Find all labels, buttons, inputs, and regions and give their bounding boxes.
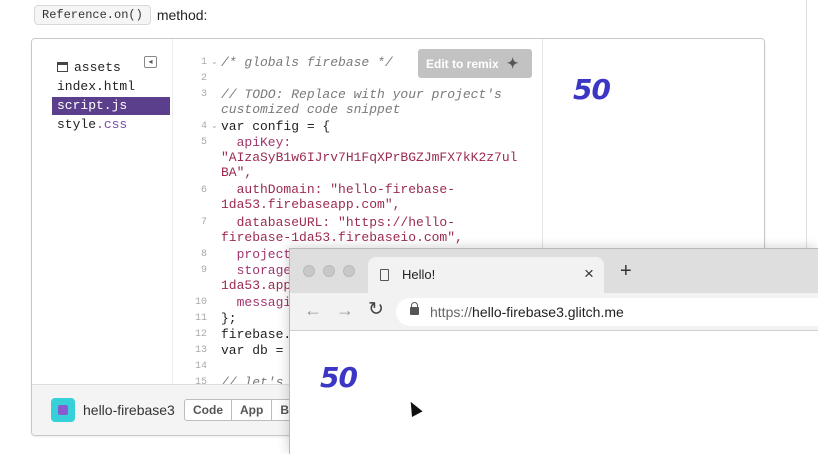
line-number: 6 bbox=[200, 185, 207, 196]
code-line: firebase. bbox=[221, 327, 292, 342]
code-line: databaseURL: "https://hello- bbox=[221, 215, 456, 230]
line-number: 3 bbox=[200, 89, 207, 100]
line-number: 11 bbox=[194, 313, 207, 324]
window-maximize-dot[interactable] bbox=[343, 265, 355, 277]
code-line: "AIzaSyB1w6IJrv7H1FqXPrBGZJmFX7kK2z7ul bbox=[221, 150, 518, 165]
document-icon bbox=[380, 269, 389, 281]
magic-wand-icon: ✦ bbox=[506, 55, 519, 71]
page-viewport: 50 bbox=[290, 331, 818, 454]
code-line: apiKey: bbox=[221, 135, 292, 150]
view-toggle: Code App Bo bbox=[184, 399, 306, 421]
project-name[interactable]: hello-firebase3 bbox=[83, 402, 175, 418]
code-line: storage bbox=[221, 263, 292, 278]
tab-title: Hello! bbox=[402, 267, 436, 282]
code-line: // let's bbox=[221, 375, 284, 384]
new-tab-icon[interactable]: + bbox=[620, 260, 632, 283]
app-view-button[interactable]: App bbox=[232, 400, 273, 420]
code-line: customized code snippet bbox=[221, 102, 401, 117]
code-line: firebase-1da53.firebaseio.com", bbox=[221, 230, 463, 245]
code-line: messagi bbox=[221, 295, 292, 310]
code-line: 1da53.firebaseapp.com", bbox=[221, 197, 401, 212]
edit-to-remix-button[interactable]: Edit to remix ✦ bbox=[418, 49, 532, 78]
address-bar[interactable]: https://hello-firebase3.glitch.me bbox=[396, 298, 818, 326]
code-line: project bbox=[221, 247, 292, 262]
back-arrow-icon[interactable]: ← bbox=[304, 300, 322, 321]
line-number: 1 bbox=[200, 57, 207, 68]
project-avatar[interactable] bbox=[51, 398, 75, 422]
close-tab-icon[interactable]: × bbox=[584, 264, 594, 284]
mouse-cursor-icon bbox=[405, 399, 423, 417]
code-line: var db = bbox=[221, 343, 284, 358]
code-line: authDomain: "hello-firebase- bbox=[221, 182, 456, 197]
counter-value: 50 bbox=[573, 73, 611, 106]
line-number: 13 bbox=[194, 345, 207, 356]
file-sidebar: ◂ assets index.html script.js style.css bbox=[32, 39, 172, 384]
browser-tab[interactable]: Hello! × bbox=[368, 257, 604, 293]
line-number: 2 bbox=[200, 73, 207, 84]
browser-window: Hello! × + ← → ↻ https://hello-firebase3… bbox=[289, 248, 818, 454]
inline-code: Reference.on() bbox=[34, 5, 151, 25]
line-number: 10 bbox=[194, 297, 207, 308]
line-number: 15 bbox=[194, 377, 207, 384]
line-number: 5 bbox=[200, 137, 207, 148]
file-assets[interactable]: assets bbox=[52, 59, 170, 77]
line-number: 9 bbox=[200, 265, 207, 276]
line-number: 12 bbox=[194, 329, 207, 340]
url-text: https://hello-firebase3.glitch.me bbox=[430, 304, 624, 320]
code-line: // TODO: Replace with your project's bbox=[221, 87, 502, 102]
window-close-dot[interactable] bbox=[303, 265, 315, 277]
forward-arrow-icon[interactable]: → bbox=[336, 300, 354, 321]
code-line: var config = { bbox=[221, 119, 331, 134]
line-number: 8 bbox=[200, 249, 207, 260]
reload-icon[interactable]: ↻ bbox=[368, 298, 384, 321]
code-line: }; bbox=[221, 311, 237, 326]
code-line: BA", bbox=[221, 165, 253, 180]
window-minimize-dot[interactable] bbox=[323, 265, 335, 277]
fold-chevron-icon[interactable]: ⌄ bbox=[211, 121, 218, 130]
lock-icon[interactable] bbox=[410, 302, 419, 315]
page-counter-value: 50 bbox=[320, 361, 358, 394]
code-line: /* globals firebase */ bbox=[221, 55, 393, 70]
fold-chevron-icon[interactable]: ⌄ bbox=[211, 57, 218, 66]
intro-text: method: bbox=[156, 7, 208, 23]
page-divider bbox=[806, 0, 807, 250]
browser-toolbar: ← → ↻ https://hello-firebase3.glitch.me bbox=[290, 293, 818, 331]
file-index-html[interactable]: index.html bbox=[52, 78, 170, 96]
intro-sentence: Reference.on() method: bbox=[34, 4, 207, 26]
file-script-js[interactable]: script.js bbox=[52, 97, 170, 115]
line-number: 14 bbox=[194, 361, 207, 372]
code-view-button[interactable]: Code bbox=[185, 400, 232, 420]
code-line: 1da53.app bbox=[221, 278, 292, 293]
line-number: 7 bbox=[200, 217, 207, 228]
line-number: 4 bbox=[200, 121, 207, 132]
tab-strip: Hello! × + bbox=[290, 249, 818, 293]
file-style-css[interactable]: style.css bbox=[52, 116, 170, 134]
assets-box-icon bbox=[57, 62, 68, 72]
